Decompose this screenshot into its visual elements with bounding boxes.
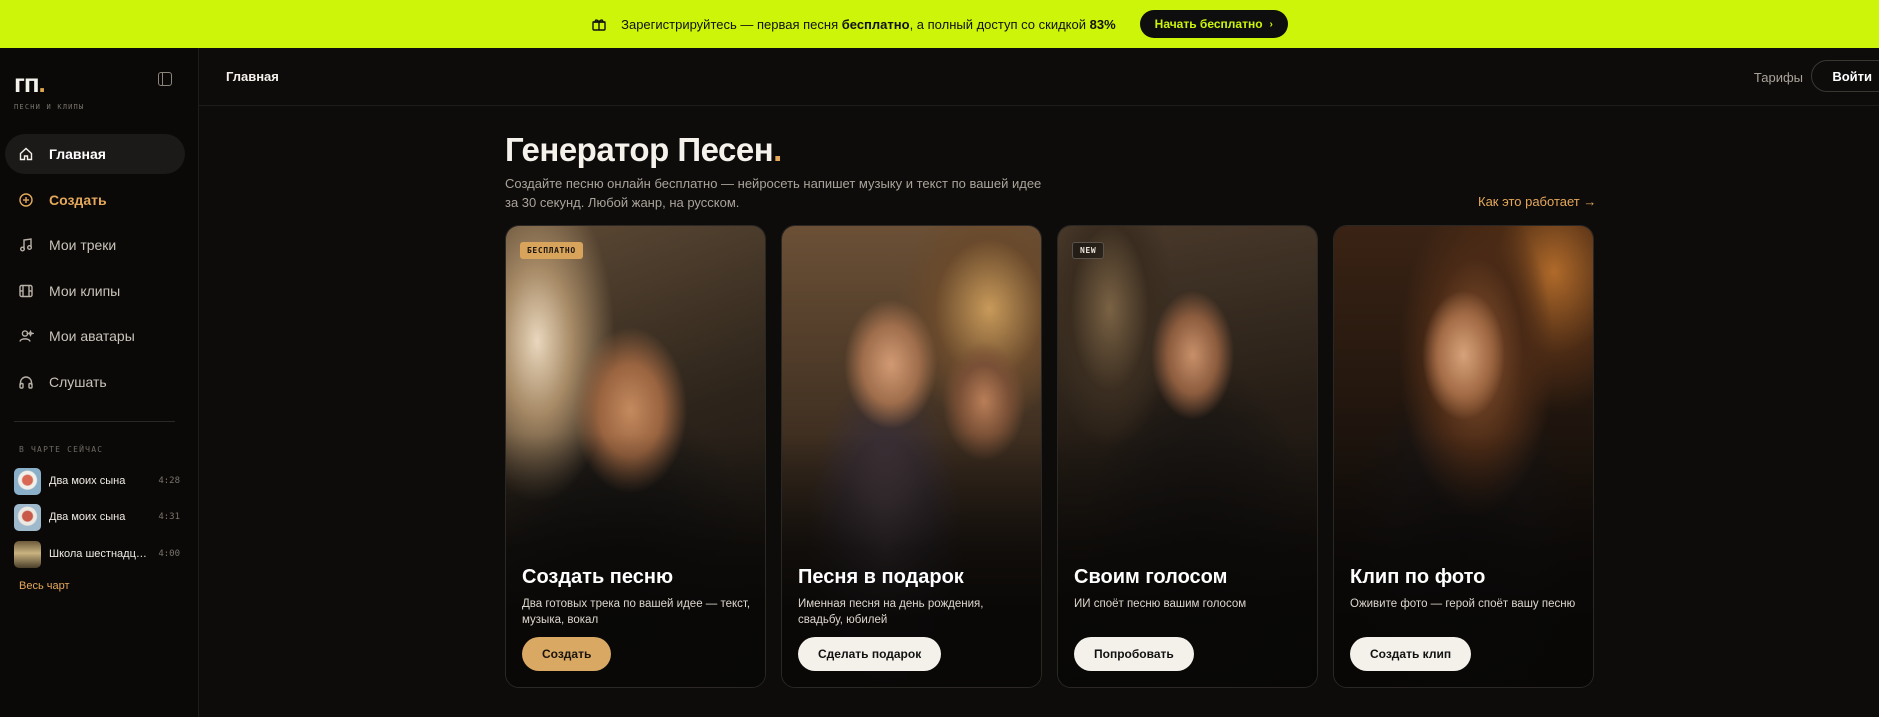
music-note-icon [20,238,32,252]
nav-item-home[interactable]: Главная [5,134,185,174]
track-cover [14,540,41,568]
track-title: Два моих сына [49,511,126,523]
new-badge: NEW [1072,242,1105,259]
card-description: ИИ споёт песню вашим голосом [1074,598,1247,610]
nav-label: Мои треки [49,237,117,253]
logo: гп. [14,68,46,98]
card-shade [1058,226,1317,687]
nav-label: Главная [49,146,106,162]
card-title: Создать песню [522,566,674,588]
gift-icon [591,16,607,32]
card-own-voice[interactable]: NEW Своим голосом ИИ споёт песню вашим г… [1057,225,1318,688]
card-title: Клип по фото [1350,566,1486,588]
nav-item-my-avatars[interactable]: Мои аватары [5,316,185,356]
chart-track[interactable]: Школа шестнадцать 4:00 [14,540,180,568]
page-subtitle: Создайте песню онлайн бесплатно — нейрос… [505,176,1042,210]
card-create-song[interactable]: БЕСПЛАТНО Создать песню Два готовых трек… [505,225,766,688]
nav-label: Мои аватары [49,328,135,344]
nav-item-my-tracks[interactable]: Мои треки [5,225,185,265]
nav-item-my-clips[interactable]: Мои клипы [5,271,185,311]
chart-track[interactable]: Два моих сына 4:28 [14,467,180,495]
topbar: Главная Тарифы Войти [199,48,1879,106]
film-icon [19,284,33,297]
promo-message: Зарегистрируйтесь — первая песня бесплат… [621,16,1116,32]
user-icon [19,329,34,342]
nav-label: Мои клипы [49,282,121,299]
card-gift-song[interactable]: Песня в подарок Именная песня на день ро… [781,225,1042,688]
plus-circle-icon [19,192,33,207]
card-title: Своим голосом [1074,566,1228,588]
main-nav: Главная Создать Мои треки Мои клипы Мои … [5,134,185,407]
sidebar-divider [14,421,175,422]
track-title: Два моих сына [49,475,126,487]
card-description: Два готовых трека по вашей идее — текст,… [522,598,751,626]
free-badge: БЕСПЛАТНО [520,242,583,259]
home-icon [19,147,33,161]
card-description: Именная песня на день рождения, свадьбу,… [798,598,984,626]
all-chart-link[interactable]: Весь чарт [19,580,70,592]
collapse-sidebar-icon[interactable] [158,72,172,86]
card-description: Оживите фото — герой споёт вашу песню [1350,598,1576,610]
login-button[interactable]: Войти [1811,60,1879,92]
tariffs-link[interactable]: Тарифы [1754,70,1803,85]
nav-label: Слушать [49,373,107,390]
try-button[interactable]: Попробовать [1074,637,1194,671]
promo-banner: Зарегистрируйтесь — первая песня бесплат… [0,0,1879,48]
chevron-right-icon: › [1269,18,1273,30]
brand[interactable]: гп. ПЕСНИ И КЛИПЫ [14,68,84,111]
page-title: Генератор Песен. [505,131,782,168]
make-gift-button[interactable]: Сделать подарок [798,637,942,671]
headphones-icon [19,375,33,389]
track-cover [14,467,41,495]
card-photo-clip[interactable]: Клип по фото Оживите фото — герой споёт … [1333,225,1594,688]
brand-tagline: ПЕСНИ И КЛИПЫ [14,103,85,111]
card-shade [1334,226,1593,687]
track-cover [14,503,41,531]
track-title: Школа шестнадцать [49,548,149,560]
nav-label: Создать [49,191,107,208]
nav-item-create[interactable]: Создать [5,180,185,220]
chart-heading: В ЧАРТЕ СЕЙЧАС [19,445,104,454]
sidebar: гп. ПЕСНИ И КЛИПЫ Главная Создать Мои тр… [0,48,199,717]
track-duration: 4:31 [158,512,180,522]
track-duration: 4:00 [158,549,180,559]
chart-track[interactable]: Два моих сына 4:31 [14,503,180,531]
create-button[interactable]: Создать [522,637,612,671]
create-clip-button[interactable]: Создать клип [1350,637,1472,671]
nav-item-listen[interactable]: Слушать [5,362,185,402]
page-breadcrumb: Главная [226,69,279,84]
how-it-works-link[interactable]: Как это работает → [1478,194,1596,209]
card-title: Песня в подарок [798,566,964,588]
start-free-button[interactable]: Начать бесплатно › [1139,10,1288,38]
track-duration: 4:28 [158,476,180,486]
